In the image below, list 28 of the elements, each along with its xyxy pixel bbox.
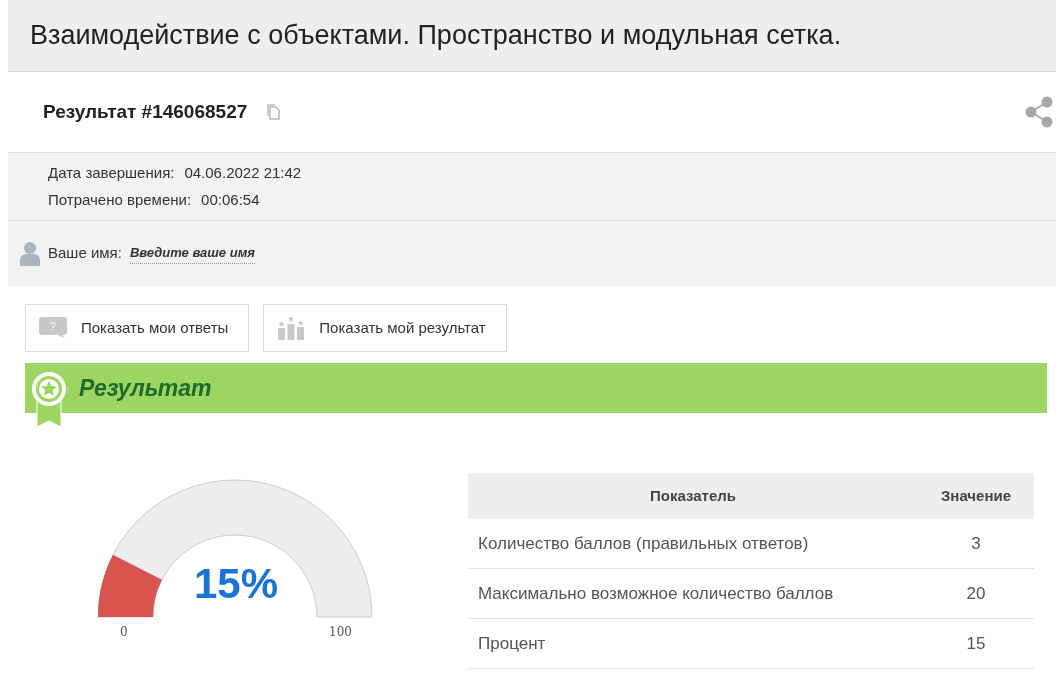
question-bubble-icon: ? bbox=[39, 317, 67, 339]
show-button[interactable]: Показать мой результат bbox=[263, 304, 507, 352]
table-cell: Процент bbox=[468, 618, 918, 669]
podium-icon bbox=[277, 316, 306, 340]
name-label: Ваше имя: bbox=[48, 243, 122, 264]
gauge-value: 15% bbox=[192, 563, 280, 605]
detail-label: Дата завершения: bbox=[48, 163, 175, 183]
result-heading: Результат bbox=[79, 373, 212, 403]
page-title: Взаимодействие с объектами. Пространство и модульная сетка. bbox=[30, 19, 842, 53]
result-title: Результат #146068527 bbox=[43, 99, 248, 124]
table-cell: Максимально возможное количество баллов bbox=[468, 568, 918, 619]
table-cell: 3 bbox=[918, 519, 1034, 569]
detail-value: 04.06.2022 21:42 bbox=[184, 163, 302, 183]
gauge-min-label: 0 bbox=[120, 624, 128, 641]
gauge-max-label: 100 bbox=[329, 624, 352, 641]
copy-icon[interactable] bbox=[267, 104, 282, 120]
show-button[interactable]: ? Показать мои ответы bbox=[25, 304, 250, 352]
column-header: Значение bbox=[918, 473, 1034, 519]
user-icon bbox=[20, 241, 40, 266]
table-cell: Количество баллов (правильных ответов) bbox=[468, 519, 918, 569]
table-cell: 15 bbox=[918, 618, 1034, 669]
name-link[interactable]: Введите ваше имя bbox=[129, 243, 255, 264]
column-header: Показатель bbox=[468, 473, 918, 519]
share-icon[interactable] bbox=[1024, 96, 1054, 128]
gauge-fill bbox=[98, 554, 162, 617]
detail-value: 00:06:54 bbox=[201, 189, 260, 210]
detail-label: Потрачено времени: bbox=[48, 189, 192, 210]
table-cell: 20 bbox=[918, 568, 1034, 619]
